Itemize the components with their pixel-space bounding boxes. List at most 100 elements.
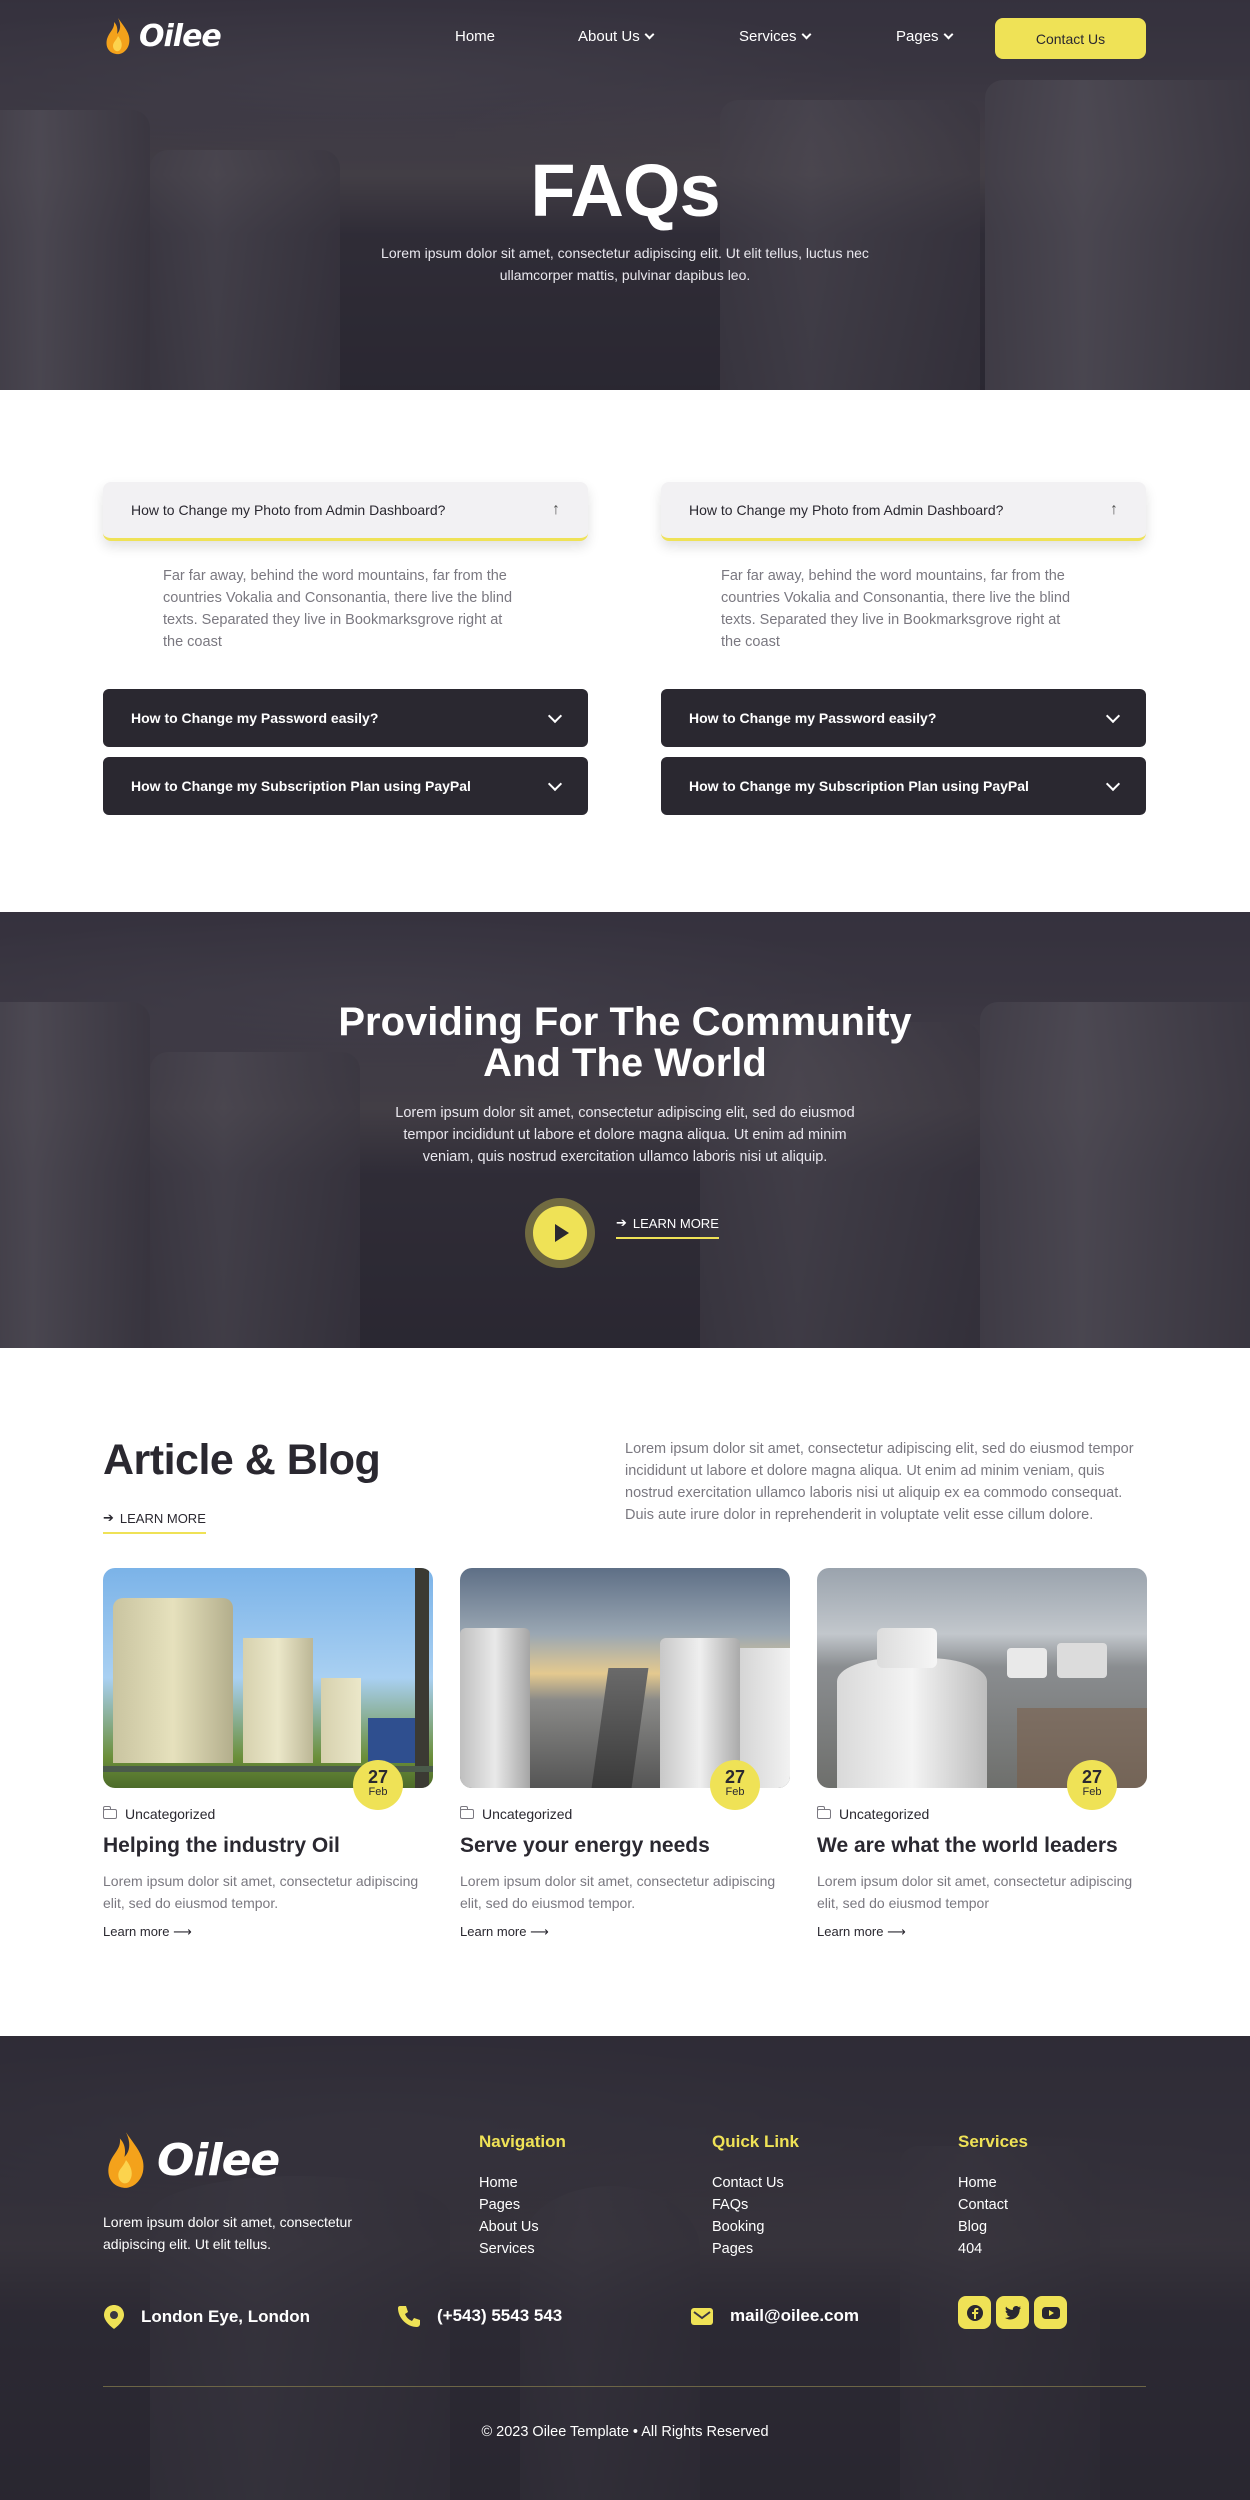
faq-question: How to Change my Photo from Admin Dashbo… bbox=[131, 502, 446, 518]
main-navigation: Oilee Home About Us Services Pages Conta… bbox=[0, 0, 1250, 76]
card-title[interactable]: Serve your energy needs bbox=[460, 1834, 790, 1858]
footer-link[interactable]: FAQs bbox=[712, 2194, 799, 2216]
phone-text: (+543) 5543 543 bbox=[437, 2306, 563, 2325]
blog-learn-more-link[interactable]: ➔ LEARN MORE bbox=[103, 1510, 206, 1534]
folder-icon bbox=[102, 1806, 117, 1819]
date-badge: 27 Feb bbox=[353, 1760, 403, 1810]
blog-heading: Article & Blog bbox=[103, 1436, 381, 1484]
category-label: Uncategorized bbox=[839, 1806, 930, 1822]
footer-heading: Quick Link bbox=[712, 2132, 799, 2151]
faq-item-collapsed[interactable]: How to Change my Password easily? bbox=[103, 689, 588, 747]
faq-item-collapsed[interactable]: How to Change my Subscription Plan using… bbox=[103, 757, 588, 815]
twitter-icon bbox=[1004, 2305, 1021, 2319]
footer-email[interactable]: mail@oilee.com bbox=[690, 2304, 859, 2328]
footer-address: London Eye, London bbox=[103, 2304, 310, 2330]
faq-item-open[interactable]: How to Change my Photo from Admin Dashbo… bbox=[103, 482, 588, 541]
card-excerpt: Lorem ipsum dolor sit amet, consectetur … bbox=[817, 1873, 1133, 1911]
footer-link[interactable]: About Us bbox=[479, 2216, 566, 2238]
footer-phone[interactable]: (+543) 5543 543 bbox=[397, 2304, 562, 2328]
nav-about-label: About Us bbox=[578, 28, 640, 45]
social-links bbox=[958, 2296, 1067, 2329]
chevron-down-icon bbox=[801, 29, 811, 40]
date-month: Feb bbox=[1082, 1786, 1102, 1798]
footer-heading: Navigation bbox=[479, 2132, 566, 2151]
faq-column-right: How to Change my Photo from Admin Dashbo… bbox=[661, 482, 1146, 815]
footer-logo[interactable]: Oilee bbox=[103, 2128, 280, 2192]
facebook-button[interactable] bbox=[958, 2296, 991, 2329]
youtube-button[interactable] bbox=[1034, 2296, 1067, 2329]
blog-card-image[interactable] bbox=[817, 1568, 1147, 1788]
faq-section: How to Change my Photo from Admin Dashbo… bbox=[0, 390, 1250, 912]
nav-home[interactable]: Home bbox=[455, 28, 495, 45]
footer-link[interactable]: Contact Us bbox=[712, 2172, 799, 2194]
blog-card-image[interactable] bbox=[460, 1568, 790, 1788]
card-excerpt: Lorem ipsum dolor sit amet, consectetur … bbox=[103, 1873, 419, 1911]
footer-link[interactable]: Pages bbox=[479, 2194, 566, 2216]
footer-link[interactable]: 404 bbox=[958, 2238, 1028, 2260]
card-learn-more-link[interactable]: Learn more ⟶ bbox=[817, 1924, 906, 1940]
faq-item-open[interactable]: How to Change my Photo from Admin Dashbo… bbox=[661, 482, 1146, 541]
learn-more-label: LEARN MORE bbox=[632, 1215, 719, 1231]
site-footer: Oilee Lorem ipsum dolor sit amet, consec… bbox=[0, 2036, 1250, 2500]
faq-question: How to Change my Password easily? bbox=[689, 710, 937, 726]
flame-icon bbox=[106, 18, 130, 55]
footer-services: Services Home Contact Blog 404 bbox=[958, 2132, 1028, 2260]
folder-icon bbox=[816, 1806, 831, 1819]
card-title[interactable]: Helping the industry Oil bbox=[103, 1834, 433, 1858]
footer-link[interactable]: Services bbox=[479, 2238, 566, 2260]
faq-answer: Far far away, behind the word mountains,… bbox=[721, 568, 1071, 650]
blog-card-image[interactable] bbox=[103, 1568, 433, 1788]
footer-link[interactable]: Pages bbox=[712, 2238, 799, 2260]
date-day: 27 bbox=[724, 1767, 746, 1787]
chevron-down-icon bbox=[943, 29, 953, 40]
hero-subtitle: Lorem ipsum dolor sit amet, consectetur … bbox=[381, 245, 869, 283]
nav-about-us[interactable]: About Us bbox=[578, 28, 655, 45]
flame-icon bbox=[108, 2132, 144, 2188]
category-label: Uncategorized bbox=[125, 1806, 216, 1822]
footer-link[interactable]: Home bbox=[479, 2172, 566, 2194]
footer-link[interactable]: Blog bbox=[958, 2216, 1028, 2238]
arrow-up-icon: ↑ bbox=[1110, 501, 1118, 518]
logo-text: Oilee bbox=[157, 2134, 280, 2186]
arrow-right-icon: ➔ bbox=[103, 1510, 114, 1525]
footer-link[interactable]: Booking bbox=[712, 2216, 799, 2238]
card-learn-more-link[interactable]: Learn more ⟶ bbox=[103, 1924, 192, 1940]
nav-home-label: Home bbox=[455, 28, 496, 45]
phone-icon bbox=[398, 2306, 420, 2327]
blog-card: 27 Feb Uncategorized Serve your energy n… bbox=[459, 1568, 790, 1941]
faq-question: How to Change my Photo from Admin Dashbo… bbox=[689, 502, 1004, 518]
play-video-ring bbox=[525, 1198, 595, 1268]
faq-item-collapsed[interactable]: How to Change my Password easily? bbox=[661, 689, 1146, 747]
arrow-right-icon: ➔ bbox=[616, 1215, 627, 1230]
faq-question: How to Change my Password easily? bbox=[131, 710, 379, 726]
arrow-up-icon: ↑ bbox=[552, 501, 560, 518]
site-logo[interactable]: Oilee bbox=[103, 16, 222, 56]
community-banner: Providing For The Community And The Worl… bbox=[0, 912, 1250, 1348]
folder-icon bbox=[459, 1806, 474, 1819]
blog-card: 27 Feb Uncategorized We are what the wor… bbox=[816, 1568, 1147, 1941]
youtube-icon bbox=[1041, 2306, 1060, 2319]
community-text: Lorem ipsum dolor sit amet, consectetur … bbox=[395, 1105, 855, 1165]
card-excerpt: Lorem ipsum dolor sit amet, consectetur … bbox=[460, 1873, 776, 1911]
hero-section: Oilee Home About Us Services Pages Conta… bbox=[0, 0, 1250, 390]
footer-divider bbox=[103, 2386, 1146, 2387]
learn-more-link[interactable]: ➔ LEARN MORE bbox=[616, 1215, 719, 1239]
footer-navigation: Navigation Home Pages About Us Services bbox=[479, 2132, 566, 2260]
footer-link[interactable]: Home bbox=[958, 2172, 1028, 2194]
page-title: FAQs bbox=[530, 149, 720, 232]
twitter-button[interactable] bbox=[996, 2296, 1029, 2329]
play-video-button[interactable] bbox=[533, 1206, 587, 1260]
nav-services-label: Services bbox=[739, 28, 797, 45]
date-month: Feb bbox=[725, 1786, 745, 1798]
address-text: London Eye, London bbox=[141, 2307, 311, 2326]
nav-pages[interactable]: Pages bbox=[896, 28, 953, 45]
email-icon bbox=[691, 2308, 713, 2325]
footer-link[interactable]: Contact bbox=[958, 2194, 1028, 2216]
chevron-down-icon bbox=[644, 29, 655, 40]
card-title[interactable]: We are what the world leaders bbox=[817, 1834, 1147, 1858]
faq-item-collapsed[interactable]: How to Change my Subscription Plan using… bbox=[661, 757, 1146, 815]
nav-services[interactable]: Services bbox=[739, 28, 811, 45]
date-month: Feb bbox=[368, 1786, 388, 1798]
contact-us-button[interactable]: Contact Us bbox=[995, 18, 1146, 59]
card-learn-more-link[interactable]: Learn more ⟶ bbox=[460, 1924, 549, 1940]
